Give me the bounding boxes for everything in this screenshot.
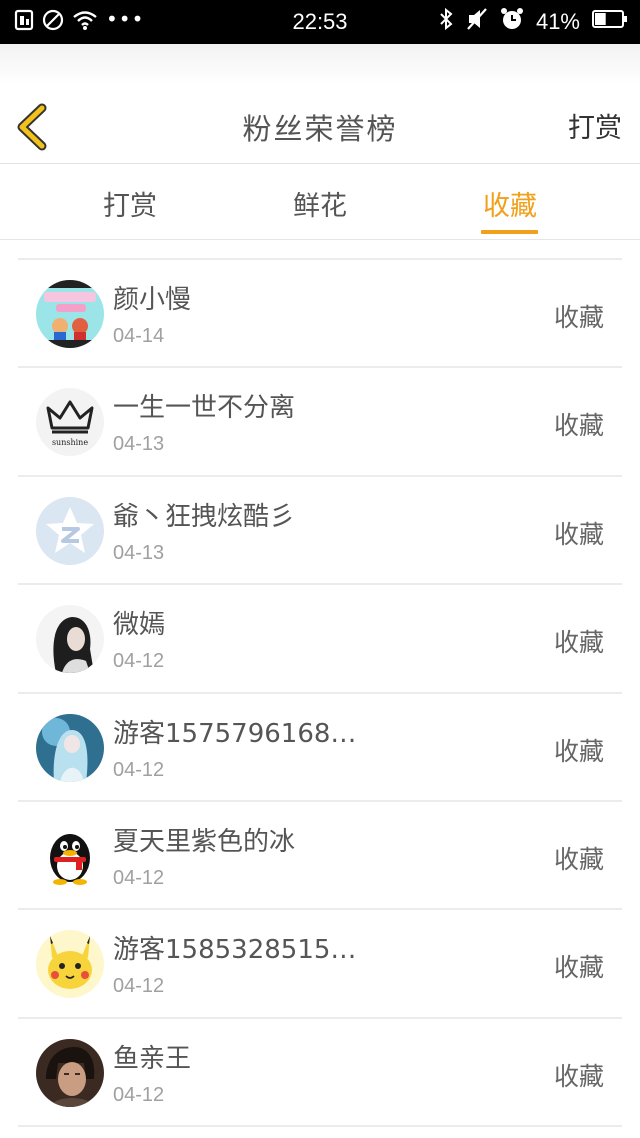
- action-label: 收藏: [553, 953, 604, 983]
- date-label: 04-14: [113, 325, 165, 347]
- mute-icon: [466, 7, 488, 37]
- tab-favorites[interactable]: 收藏: [450, 184, 570, 223]
- battery-icon: [592, 9, 628, 35]
- date-label: 04-13: [113, 433, 165, 456]
- user-name: 爺丶狂拽炫酷彡: [113, 501, 296, 532]
- cartoon-cover-avatar: [36, 280, 104, 348]
- action-label: 收藏: [553, 736, 604, 766]
- list-item[interactable]: 夏天里紫色的冰 04-12 收藏: [18, 802, 622, 911]
- action-label: 收藏: [553, 628, 604, 658]
- date-label: 04-13: [113, 541, 165, 564]
- date-label: 04-12: [113, 975, 165, 998]
- date-label: 04-12: [113, 758, 165, 781]
- list-item[interactable]: 爺丶狂拽炫酷彡 04-13 收藏: [18, 477, 622, 586]
- page-title: 粉丝荣誉榜: [242, 112, 398, 146]
- tab-flowers[interactable]: 鲜花: [260, 184, 380, 223]
- bluetooth-icon: [438, 7, 454, 37]
- crown-sunshine-avatar: sunshine: [36, 388, 104, 457]
- list-item[interactable]: 游客1585328515… 04-12 收藏: [18, 910, 622, 1019]
- action-label: 收藏: [553, 1061, 604, 1091]
- tab-reward[interactable]: 打赏: [70, 184, 190, 223]
- girl-photo-avatar: [36, 605, 104, 674]
- svg-text:sunshine: sunshine: [52, 438, 88, 447]
- default-qq-avatar: [36, 496, 104, 565]
- status-right-icons: 41%: [438, 7, 628, 37]
- date-label: 04-12: [113, 650, 165, 673]
- action-label: 收藏: [553, 411, 604, 441]
- action-label: 收藏: [553, 303, 604, 332]
- user-name: 夏天里紫色的冰: [113, 826, 296, 857]
- header-spacer: [0, 44, 640, 84]
- user-name: 游客1575796168…: [113, 718, 357, 749]
- anime-girl-avatar: [36, 713, 104, 782]
- pikachu-avatar: [36, 930, 104, 999]
- user-name: 微嫣: [113, 610, 166, 641]
- list-item[interactable]: sunshine 一生一世不分离 04-13 收藏: [18, 368, 622, 477]
- list-item[interactable]: 游客1575796168… 04-12 收藏: [18, 694, 622, 802]
- action-label: 收藏: [553, 844, 604, 874]
- reward-button[interactable]: 打赏: [568, 106, 622, 145]
- qq-penguin-avatar: [36, 821, 104, 890]
- man-photo-avatar: [36, 1038, 104, 1107]
- date-label: 04-12: [113, 866, 165, 889]
- user-name: 一生一世不分离: [113, 393, 296, 424]
- nav-bar: 粉丝荣誉榜 打赏: [0, 84, 640, 164]
- tab-bar: 打赏 鲜花 收藏: [0, 164, 640, 240]
- list-item[interactable]: 鱼亲王 04-12 收藏: [18, 1019, 622, 1128]
- battery-percent: 41%: [535, 9, 580, 34]
- user-name: 颜小慢: [113, 285, 192, 315]
- alarm-icon: [500, 7, 524, 37]
- user-name: 游客1585328515…: [113, 935, 357, 966]
- user-name: 鱼亲王: [113, 1043, 192, 1074]
- active-tab-indicator: [481, 230, 538, 234]
- status-bar: ••• 22:53 41%: [0, 0, 640, 44]
- list-item[interactable]: 颜小慢 04-14 收藏: [18, 260, 622, 369]
- date-label: 04-12: [113, 1083, 165, 1106]
- list-item[interactable]: 微嫣 04-12 收藏: [18, 585, 622, 694]
- fan-list: 颜小慢 04-14 收藏 sunshine 一生一世不分离 04-13 收藏 爺…: [18, 260, 622, 1128]
- action-label: 收藏: [553, 519, 604, 549]
